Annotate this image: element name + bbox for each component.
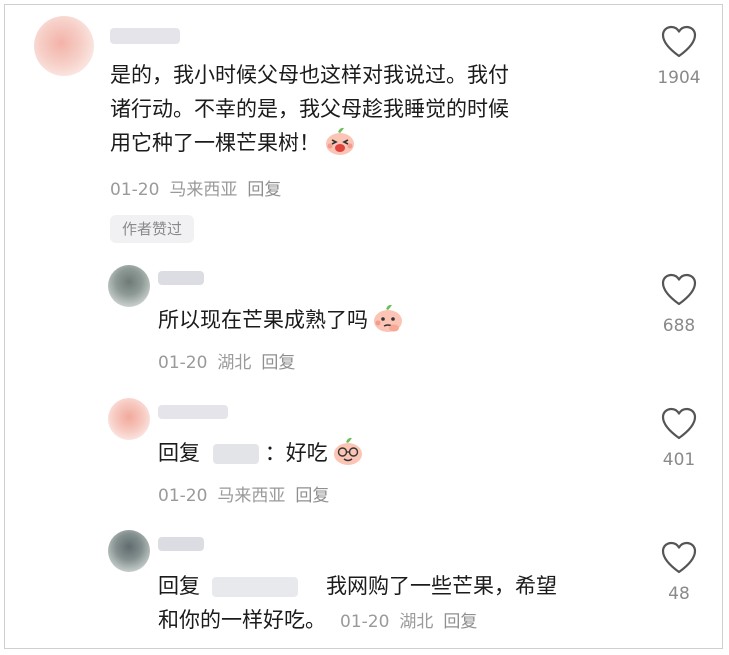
mentioned-user-blurred[interactable] [212, 577, 298, 597]
reply-button[interactable]: 回复 [261, 353, 295, 373]
peach-glasses-emoji [333, 437, 362, 465]
username-blurred[interactable] [158, 271, 204, 285]
mentioned-user-blurred[interactable] [212, 444, 259, 464]
comment-date: 01-20 [158, 486, 208, 506]
like-count: 688 [662, 316, 696, 336]
comment-text: 回复 ：好吃 [158, 436, 364, 470]
comment-meta: 01-20 湖北 回复 [158, 348, 305, 373]
peach-laughing-emoji [326, 127, 354, 155]
heart-outline-icon[interactable] [661, 273, 697, 307]
avatar[interactable] [108, 265, 150, 307]
comment-meta: 01-20 马来西亚 回复 [158, 481, 339, 506]
avatar[interactable] [34, 16, 94, 76]
comment-location: 湖北 [217, 353, 252, 373]
like-count: 1904 [657, 68, 701, 88]
author-liked-badge: 作者赞过 [110, 215, 195, 243]
reply-button[interactable]: 回复 [247, 180, 281, 200]
like-count: 401 [662, 450, 696, 470]
heart-outline-icon[interactable] [661, 25, 697, 59]
comment-meta: 01-20 湖北 回复 [340, 612, 487, 632]
comment-meta: 01-20 马来西亚 回复 [110, 175, 291, 200]
reply-button[interactable]: 回复 [443, 612, 477, 632]
username-blurred[interactable] [158, 405, 228, 419]
heart-outline-icon[interactable] [661, 407, 697, 441]
comment-location: 马来西亚 [169, 180, 238, 200]
peach-thinking-emoji [374, 304, 402, 332]
comment-location: 马来西亚 [217, 486, 286, 506]
avatar[interactable] [108, 398, 150, 440]
like-count: 48 [668, 584, 690, 604]
comment-text: 所以现在芒果成熟了吗 [158, 303, 404, 337]
comment-date: 01-20 [340, 612, 390, 632]
comment-date: 01-20 [110, 180, 160, 200]
username-blurred[interactable] [110, 28, 180, 44]
comment-location: 湖北 [399, 612, 434, 632]
reply-button[interactable]: 回复 [295, 486, 329, 506]
comment-date: 01-20 [158, 353, 208, 373]
heart-outline-icon[interactable] [661, 541, 697, 575]
username-blurred[interactable] [158, 537, 204, 551]
comment-text: 回复 我网购了一些芒果，希望 和你的一样好吃。 01-20 湖北 回复 [158, 574, 557, 632]
comment-text: 是的，我小时候父母也这样对我说过。我付 诸行动。不幸的是，我父母趁我睡觉的时候 … [110, 63, 509, 155]
avatar[interactable] [108, 530, 150, 572]
